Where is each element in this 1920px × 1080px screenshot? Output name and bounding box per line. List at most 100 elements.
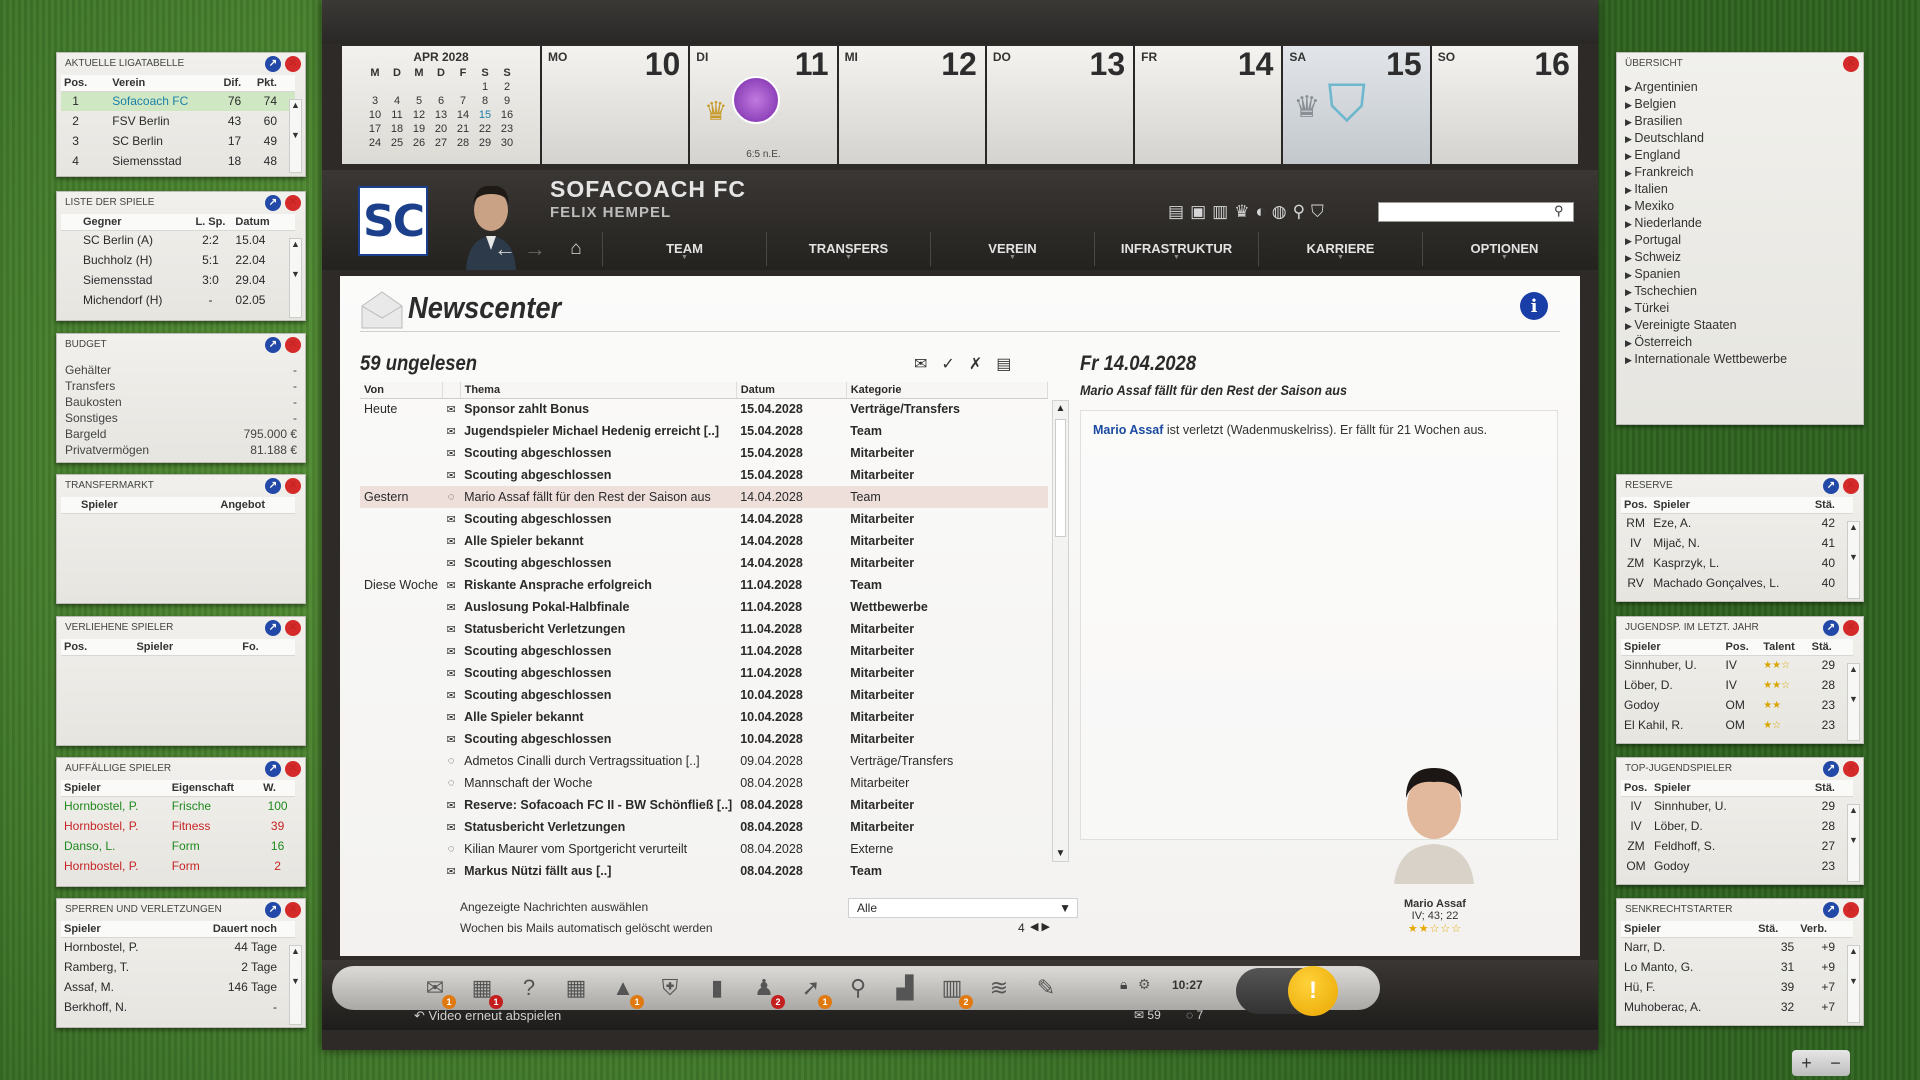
mini-day[interactable]: 7 — [452, 94, 474, 108]
col-date[interactable]: Datum — [736, 382, 847, 399]
mini-day[interactable]: 23 — [496, 122, 518, 136]
close-icon[interactable]: ✕ — [285, 620, 301, 636]
mini-day[interactable]: 19 — [408, 122, 430, 136]
expand-icon[interactable]: ↗ — [1823, 902, 1839, 918]
message-row[interactable]: ✉ Scouting abgeschlossen 15.04.2028 Mitarbe… — [360, 464, 1048, 486]
mark-read-icon[interactable]: ✓ — [941, 354, 954, 374]
calendar-day[interactable]: MI 12 — [838, 46, 985, 164]
zoom-out-button[interactable]: − — [1830, 1053, 1841, 1074]
table-row[interactable]: 3 SC Berlin 17 49 — [61, 131, 295, 151]
column-header[interactable]: Dif. — [214, 75, 245, 92]
calendar-day[interactable]: MO 10 — [542, 46, 689, 164]
door-icon[interactable]: ▮ — [700, 971, 734, 1005]
mini-day[interactable]: 5 — [408, 94, 430, 108]
table-row[interactable]: Siemensstad 3:0 29.04 — [61, 270, 295, 290]
mini-day[interactable]: 14 — [452, 108, 474, 122]
table-row[interactable]: IV Sinnhuber, U. 29 — [1621, 796, 1853, 816]
message-row[interactable]: ◌ Kilian Maurer vom Sportgericht verurtei… — [360, 838, 1048, 860]
table-row[interactable]: 4 Siemensstad 18 48 — [61, 151, 295, 171]
mini-day[interactable]: 10 — [364, 108, 386, 122]
close-icon[interactable]: ✕ — [1843, 478, 1859, 494]
message-row[interactable]: Heute ✉ Sponsor zahlt Bonus 15.04.2028 Vertr… — [360, 398, 1048, 420]
message-row[interactable]: ✉ Reserve: Sofacoach FC II - BW Schönflie… — [360, 794, 1048, 816]
table-row[interactable]: Hornbostel, P. Frische 100 — [61, 796, 295, 816]
zoom-in-button[interactable]: + — [1801, 1053, 1812, 1074]
column-header[interactable]: Stä. — [1783, 780, 1853, 797]
message-row[interactable]: ✉ Scouting abgeschlossen 11.04.2028 Mitarbe… — [360, 662, 1048, 684]
table-row[interactable]: Berkhoff, N. - — [61, 997, 295, 1017]
message-row[interactable]: ✉ Scouting abgeschlossen 15.04.2028 Mitarbe… — [360, 442, 1048, 464]
mini-day[interactable]: 28 — [452, 136, 474, 150]
football-icon[interactable] — [732, 76, 781, 124]
money-icon[interactable]: ▦ 1 — [465, 971, 503, 1009]
mini-day[interactable]: 3 — [364, 94, 386, 108]
expand-icon[interactable]: ↗ — [265, 337, 281, 353]
table-row[interactable]: Lo Manto, G. 31 +9 — [1621, 957, 1853, 977]
message-row[interactable]: ✉ Statusbericht Verletzungen 08.04.2028 Mit… — [360, 816, 1048, 838]
replay-video-button[interactable]: ↶ Video erneut abspielen — [414, 1008, 561, 1024]
calendar-day[interactable]: DI 11 ♛ 6:5 n.E. — [690, 46, 837, 164]
country-item[interactable]: Schweiz — [1625, 249, 1855, 266]
home-icon[interactable]: ⌂ — [550, 238, 602, 260]
table-row[interactable]: Sinnhuber, U. IV ★★☆ 29 — [1621, 655, 1853, 675]
message-filter-select[interactable]: Alle ▼ — [848, 898, 1078, 918]
country-item[interactable]: Portugal — [1625, 232, 1855, 249]
players-icon[interactable]: ♟ 2 — [747, 971, 785, 1009]
message-row[interactable]: ✉ Alle Spieler bekannt 14.04.2028 Mitarbeit… — [360, 530, 1048, 552]
country-item[interactable]: Spanien — [1625, 266, 1855, 283]
country-item[interactable]: Internationale Wettbewerbe — [1625, 351, 1855, 368]
table-row[interactable]: ZM Kasprzyk, L. 40 — [1621, 553, 1853, 573]
column-header[interactable]: Eigenschaft — [168, 780, 261, 797]
mini-day[interactable]: 11 — [386, 108, 408, 122]
mini-day[interactable]: 15 — [474, 108, 496, 122]
expand-icon[interactable]: ↗ — [265, 478, 281, 494]
lock-icon[interactable]: 🔒︎ — [1120, 976, 1127, 993]
table-row[interactable]: IV Mijač, N. 41 — [1621, 533, 1853, 553]
message-row[interactable]: ✉ Alle Spieler bekannt 10.04.2028 Mitarbeit… — [360, 706, 1048, 728]
globe-icon[interactable]: ◍ — [1272, 202, 1287, 222]
nav-transfers[interactable]: TRANSFERS — [766, 232, 930, 266]
games-scrollbar[interactable]: ▲ ▼ — [289, 238, 302, 318]
mini-day[interactable]: 29 — [474, 136, 496, 150]
table-row[interactable]: 2 FSV Berlin 43 60 — [61, 111, 295, 131]
search-icon[interactable]: ⚲ — [1554, 203, 1564, 219]
message-row[interactable]: ✉ Scouting abgeschlossen 14.04.2028 Mitarbe… — [360, 508, 1048, 530]
message-row[interactable]: ✉ Scouting abgeschlossen 10.04.2028 Mitarbe… — [360, 684, 1048, 706]
opponent-crest-icon[interactable]: ⛉ — [1327, 74, 1366, 135]
column-header[interactable]: Gegner — [61, 214, 189, 231]
reserve-scrollbar[interactable]: ▲ ▼ — [1847, 521, 1860, 599]
close-icon[interactable]: ✕ — [1843, 620, 1859, 636]
message-row[interactable]: ✉ Scouting abgeschlossen 11.04.2028 Mitarbe… — [360, 640, 1048, 662]
mini-day[interactable]: 27 — [430, 136, 452, 150]
table-row[interactable]: Godoy OM ★★ 23 — [1621, 695, 1853, 715]
calendar-day[interactable]: DO 13 — [986, 46, 1134, 164]
table-row[interactable]: Michendorf (H) - 02.05 — [61, 290, 295, 310]
cone-icon[interactable]: ▲ 1 — [606, 971, 644, 1009]
mini-day[interactable]: 25 — [386, 136, 408, 150]
column-header[interactable]: Pos. — [61, 75, 91, 92]
table-row[interactable]: OM Godoy 23 — [1621, 856, 1853, 876]
column-header[interactable]: Pkt. — [244, 75, 295, 92]
nav-karriere[interactable]: KARRIERE — [1258, 232, 1422, 266]
country-item[interactable]: Vereinigte Staaten — [1625, 317, 1855, 334]
column-header[interactable]: Pos. — [1621, 497, 1651, 514]
column-header[interactable]: Spieler — [61, 921, 175, 938]
message-row[interactable]: ✉ Markus Nützi fällt aus [..] 08.04.2028 Te… — [360, 860, 1048, 882]
country-item[interactable]: Türkei — [1625, 300, 1855, 317]
trophy-icon[interactable]: ♛ — [1234, 202, 1249, 222]
table-row[interactable]: Hornbostel, P. Fitness 39 — [61, 816, 295, 836]
close-icon[interactable]: ✕ — [1843, 761, 1859, 777]
col-from[interactable]: Von — [360, 382, 443, 399]
table-row[interactable]: ZM Feldhoff, S. 27 — [1621, 836, 1853, 856]
chart-icon[interactable]: ▟ — [888, 971, 922, 1005]
player-link[interactable]: Mario Assaf — [1093, 423, 1163, 437]
mini-day[interactable]: 22 — [474, 122, 496, 136]
expand-icon[interactable]: ↗ — [265, 620, 281, 636]
mini-day[interactable]: 6 — [430, 94, 452, 108]
table-row[interactable]: Hü, F. 39 +7 — [1621, 977, 1853, 997]
forward-mail-icon[interactable]: ✉ — [914, 354, 927, 374]
column-header[interactable]: Pos. — [1722, 639, 1761, 656]
history-icon[interactable]: ◐ — [1255, 202, 1265, 222]
column-header[interactable]: Spieler — [1651, 780, 1784, 797]
scarf-icon[interactable]: ≋ — [982, 971, 1016, 1005]
